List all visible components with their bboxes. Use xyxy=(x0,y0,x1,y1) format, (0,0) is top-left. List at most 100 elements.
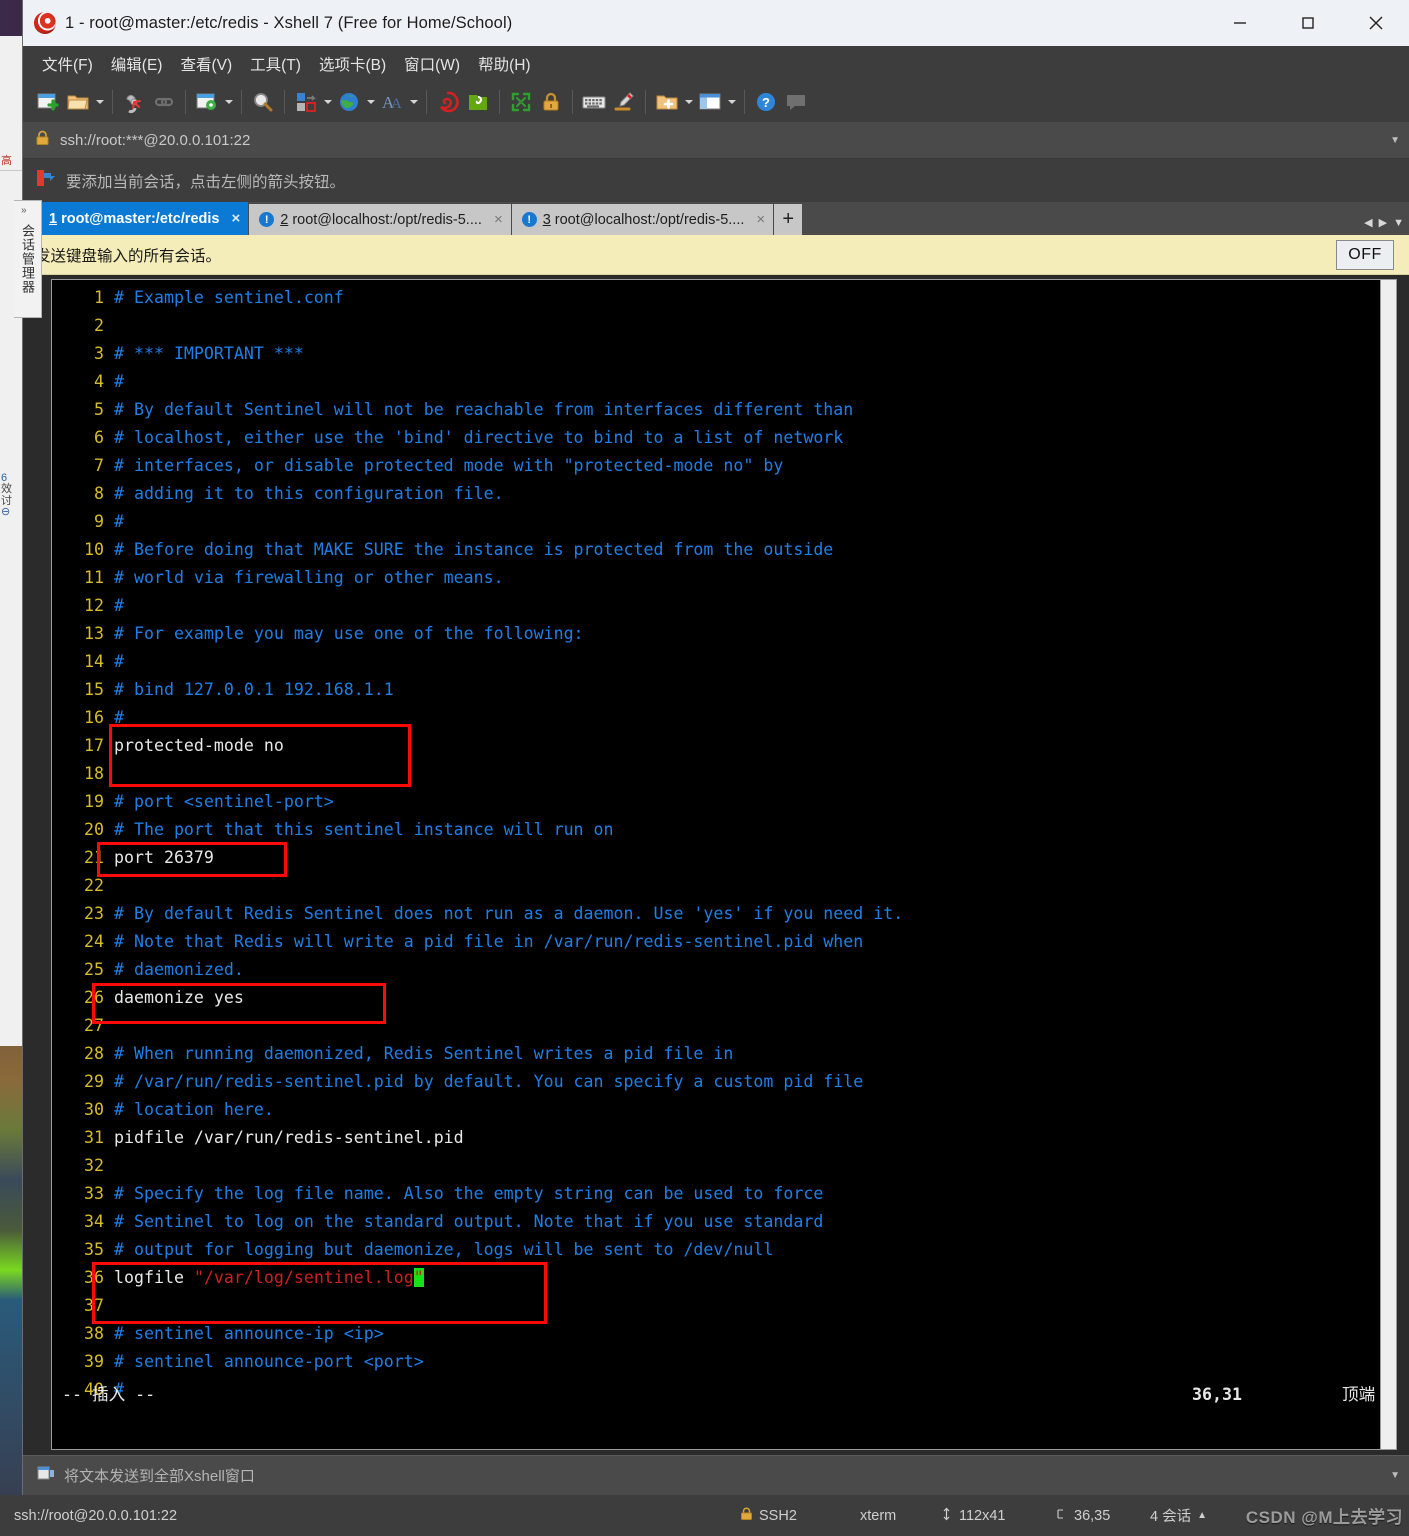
session-properties-dropdown-icon[interactable] xyxy=(222,87,235,117)
send-to-all-bar[interactable]: 将文本发送到全部Xshell窗口 ▼ xyxy=(23,1455,1409,1495)
menu-edit[interactable]: 编辑(E) xyxy=(102,50,172,78)
terminal-line: 26 daemonize yes xyxy=(52,984,1396,1012)
font-dropdown-icon[interactable] xyxy=(407,87,420,117)
terminal-text: # interfaces, or disable protected mode … xyxy=(114,456,784,475)
tab-close-icon[interactable]: × xyxy=(494,211,503,228)
lock-icon[interactable] xyxy=(536,87,566,117)
terminal-line: 20 # The port that this sentinel instance… xyxy=(52,816,1396,844)
terminal-scrollbar[interactable] xyxy=(1380,280,1396,1449)
chevron-down-icon[interactable]: ▼ xyxy=(1390,135,1400,146)
add-panel-dropdown-icon[interactable] xyxy=(682,87,695,117)
chevron-down-icon[interactable]: ▼ xyxy=(1390,1470,1400,1481)
terminal-panel[interactable]: 1 # Example sentinel.conf 2 3 # *** IMPORTAN… xyxy=(51,279,1397,1450)
tab-close-icon[interactable]: × xyxy=(756,211,765,228)
vim-mode-indicator: -- 插入 -- xyxy=(62,1385,156,1404)
new-tab-button[interactable]: + xyxy=(774,204,803,235)
terminal-line: 32 xyxy=(52,1152,1396,1180)
status-url: ssh://root@20.0.0.101:22 xyxy=(14,1507,178,1524)
layout-icon[interactable] xyxy=(695,87,725,117)
terminal-line: 21 port 26379 xyxy=(52,844,1396,872)
line-number: 19 xyxy=(84,792,104,811)
layout-dropdown-icon[interactable] xyxy=(725,87,738,117)
globe-dropdown-icon[interactable] xyxy=(364,87,377,117)
status-sessions-label: 4 会话 xyxy=(1150,1509,1192,1525)
menu-help[interactable]: 帮助(H) xyxy=(469,50,540,78)
chevron-right-icon: » xyxy=(21,205,27,216)
help-icon[interactable]: ? xyxy=(751,87,781,117)
terminal-text: # Note that Redis will write a pid file … xyxy=(114,932,864,951)
xshell-icon[interactable] xyxy=(433,87,463,117)
chevron-up-icon[interactable]: ▲ xyxy=(1197,1510,1207,1521)
menu-tabs[interactable]: 选项卡(B) xyxy=(310,50,395,78)
menu-view[interactable]: 查看(V) xyxy=(171,50,241,78)
tab-close-icon[interactable]: × xyxy=(231,210,240,227)
terminal-text: # adding it to this configuration file. xyxy=(114,484,504,503)
terminal-line: 33 # Specify the log file name. Also the … xyxy=(52,1180,1396,1208)
session-hint-text: 要添加当前会话，点击左侧的箭头按钮。 xyxy=(66,173,346,191)
transfer-dropdown-icon[interactable] xyxy=(321,87,334,117)
line-number: 27 xyxy=(84,1016,104,1035)
resize-icon xyxy=(940,1507,953,1525)
terminal-line: 37 xyxy=(52,1292,1396,1320)
terminal-line: 5 # By default Sentinel will not be reach… xyxy=(52,396,1396,424)
maximize-button[interactable] xyxy=(1274,0,1342,46)
highlight-pen-icon[interactable] xyxy=(609,87,639,117)
tab-number: 3 xyxy=(542,211,551,228)
close-button[interactable] xyxy=(1342,0,1409,46)
add-panel-icon[interactable] xyxy=(652,87,682,117)
broadcast-bar: 发送键盘输入的所有会话。 OFF xyxy=(23,235,1409,275)
new-session-icon[interactable] xyxy=(33,87,63,117)
status-sessions[interactable]: 4 会话 ▲ xyxy=(1150,1505,1207,1526)
terminal-line: 2 xyxy=(52,312,1396,340)
terminal-text: # output for logging but daemonize, logs… xyxy=(114,1240,774,1259)
menu-tools[interactable]: 工具(T) xyxy=(241,50,310,78)
line-number: 1 xyxy=(94,288,104,307)
disconnect-icon[interactable] xyxy=(119,87,149,117)
tab-title: root@localhost:/opt/redis-5.... xyxy=(554,211,745,228)
terminal-content[interactable]: 1 # Example sentinel.conf 2 3 # *** IMPORTAN… xyxy=(52,280,1396,1449)
open-folder-icon[interactable] xyxy=(63,87,93,117)
terminal-line: 24 # Note that Redis will write a pid fil… xyxy=(52,928,1396,956)
warning-icon: ! xyxy=(521,212,537,227)
line-number: 8 xyxy=(94,484,104,503)
tab-1-root-master-etc-redis[interactable]: 1 root@master:/etc/redis × xyxy=(23,202,249,235)
globe-icon[interactable] xyxy=(334,87,364,117)
comment-icon[interactable] xyxy=(781,87,811,117)
find-icon[interactable] xyxy=(248,87,278,117)
terminal-line: 17 protected-mode no xyxy=(52,732,1396,760)
tab-2-root-localhost-opt-redis[interactable]: ! 2 root@localhost:/opt/redis-5.... × xyxy=(249,204,511,235)
terminal-text: # xyxy=(114,596,124,615)
line-number: 36 xyxy=(84,1268,104,1287)
keyboard-icon[interactable] xyxy=(579,87,609,117)
font-icon[interactable]: A A xyxy=(377,87,407,117)
tab-title: root@master:/etc/redis xyxy=(61,210,220,227)
minimize-button[interactable] xyxy=(1206,0,1274,46)
session-properties-icon[interactable] xyxy=(192,87,222,117)
terminal-text: # Before doing that MAKE SURE the instan… xyxy=(114,540,834,559)
xftp-icon[interactable] xyxy=(463,87,493,117)
menu-window[interactable]: 窗口(W) xyxy=(395,50,469,78)
transfer-icon[interactable] xyxy=(291,87,321,117)
sidebar-item-session-manager[interactable]: » 会话管理器 xyxy=(14,200,42,318)
chevron-left-icon[interactable]: ◀ xyxy=(1364,216,1372,229)
terminal-text: # location here. xyxy=(114,1100,274,1119)
chevron-right-icon[interactable]: ▶ xyxy=(1379,216,1387,229)
menu-file[interactable]: 文件(F) xyxy=(33,50,102,78)
tab-3-root-localhost-opt-redis[interactable]: ! 3 root@localhost:/opt/redis-5.... × xyxy=(511,204,774,235)
broadcast-toggle-button[interactable]: OFF xyxy=(1336,240,1394,270)
vim-scroll-indicator: 顶端 xyxy=(1342,1385,1376,1404)
terminal-line: 34 # Sentinel to log on the standard outp… xyxy=(52,1208,1396,1236)
terminal-text: # Example sentinel.conf xyxy=(114,288,344,307)
line-number: 33 xyxy=(84,1184,104,1203)
line-number: 24 xyxy=(84,932,104,951)
fullscreen-icon[interactable] xyxy=(506,87,536,117)
terminal-text: # For example you may use one of the fol… xyxy=(114,624,584,643)
tab-list-menu-icon[interactable]: ▼ xyxy=(1393,217,1404,229)
address-bar[interactable]: ssh://root:***@20.0.0.101:22 ▼ xyxy=(23,123,1409,159)
open-folder-dropdown-icon[interactable] xyxy=(93,87,106,117)
terminal-text: logfile xyxy=(114,1268,194,1287)
line-number: 6 xyxy=(94,428,104,447)
session-hint-bar: 要添加当前会话，点击左侧的箭头按钮。 xyxy=(23,159,1409,202)
terminal-text: # xyxy=(114,708,124,727)
terminal-line: 18 xyxy=(52,760,1396,788)
